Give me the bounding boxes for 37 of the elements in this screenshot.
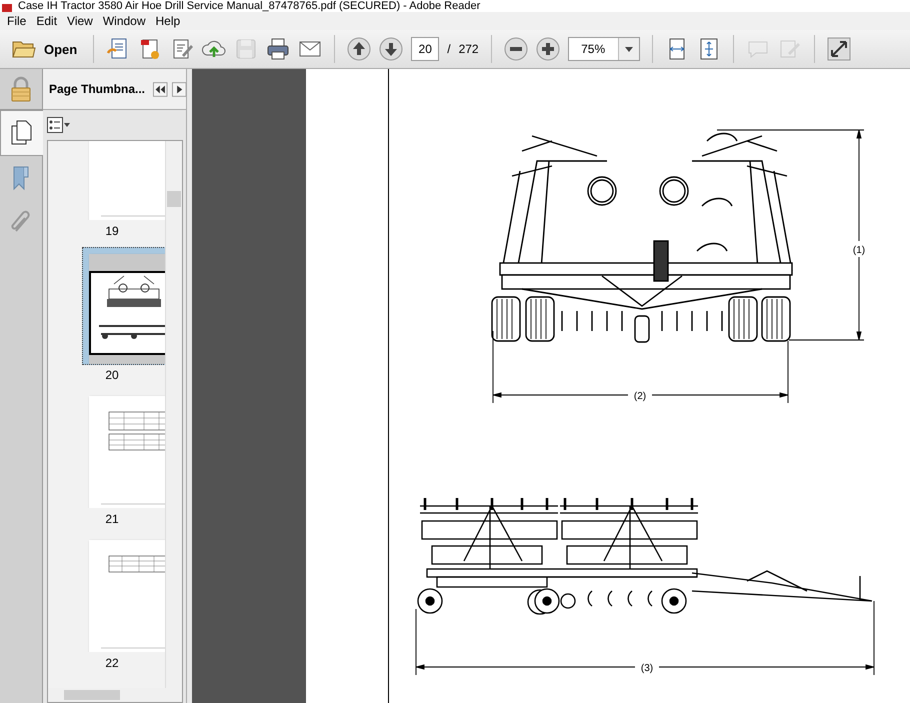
page-number-field[interactable]: 20 xyxy=(411,37,440,61)
collapse-panel-icon[interactable] xyxy=(153,80,168,98)
page-separator: / xyxy=(447,42,451,56)
selected-page-thumbnail[interactable] xyxy=(82,247,166,365)
page-number-label: 20 xyxy=(105,368,120,382)
options-menu-icon[interactable] xyxy=(47,117,71,133)
fullscreen-icon[interactable] xyxy=(826,37,851,61)
previous-page-icon[interactable] xyxy=(347,37,372,61)
dimension-label: (2) xyxy=(634,391,646,402)
dimension-label: (1) xyxy=(852,245,866,256)
print-icon[interactable] xyxy=(266,37,290,61)
vertical-scrollbar[interactable] xyxy=(165,141,182,688)
pages-icon xyxy=(10,120,34,146)
window-title: Case IH Tractor 3580 Air Hoe Drill Service Manual_87478765.pdf (SECURED) - Adobe Reader xyxy=(18,0,480,12)
bookmark-icon xyxy=(11,165,31,191)
next-page-icon[interactable] xyxy=(379,37,404,61)
dimension-label: (3) xyxy=(640,663,654,674)
lock-icon xyxy=(10,76,32,102)
menu-item[interactable]: Edit xyxy=(31,14,62,28)
pages-panel-tab[interactable] xyxy=(0,110,43,156)
page-number-label: 21 xyxy=(105,512,120,526)
folder-icon xyxy=(12,39,36,59)
page-number-label: 22 xyxy=(105,656,120,670)
pdf-file-icon xyxy=(2,4,12,12)
menu-item[interactable]: Help xyxy=(150,14,186,28)
open-button[interactable]: Open xyxy=(8,37,82,61)
menu-item[interactable]: Window xyxy=(98,14,151,28)
zoom-dropdown[interactable]: 75% xyxy=(568,37,640,61)
page-number-label: 19 xyxy=(105,224,120,238)
caret-icon xyxy=(624,46,633,52)
page-total: 272 xyxy=(458,42,479,56)
zoom-out-icon[interactable] xyxy=(504,37,528,61)
panel-title: Page Thumbna... xyxy=(49,82,146,96)
menu-item[interactable]: View xyxy=(62,14,98,28)
menu-item[interactable]: File xyxy=(2,14,32,28)
zoom-in-icon[interactable] xyxy=(536,37,560,61)
next-panel-icon[interactable] xyxy=(172,80,186,98)
